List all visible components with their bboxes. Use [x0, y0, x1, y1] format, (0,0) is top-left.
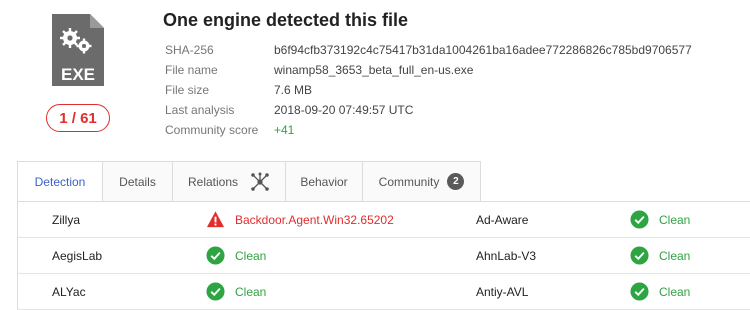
community-score-value: +41 — [274, 123, 295, 137]
table-row: ALYac Clean Antiy-AVL Clean — [17, 274, 750, 310]
check-circle-icon — [630, 282, 649, 301]
check-circle-icon — [206, 282, 225, 301]
detection-verdict: Clean — [206, 238, 266, 273]
verdict-text: Backdoor.Agent.Win32.65202 — [235, 212, 394, 227]
exe-file-icon: EXE — [52, 14, 104, 86]
detail-label: File size — [165, 83, 210, 97]
tab-label: Details — [119, 174, 156, 189]
table-row: Zillya Backdoor.Agent.Win32.65202 Ad-Awa… — [17, 202, 750, 238]
verdict-text: Clean — [235, 248, 267, 263]
sha256-value[interactable]: b6f94cfb373192c4c75417b31da1004261ba16ad… — [274, 43, 692, 57]
community-score-row: Community score +41 — [165, 120, 692, 140]
verdict-text: Clean — [235, 284, 267, 299]
tab-label: Behavior — [300, 174, 348, 189]
engine-name: Zillya — [52, 212, 81, 227]
comment-count-badge: 2 — [447, 173, 465, 190]
last-analysis-row: Last analysis 2018-09-20 07:49:57 UTC — [165, 100, 692, 120]
page-title: One engine detected this file — [163, 10, 409, 30]
check-circle-icon — [630, 210, 649, 229]
tab-detection[interactable]: Detection — [17, 161, 103, 201]
file-size-row: File size 7.6 MB — [165, 80, 692, 100]
last-analysis-value: 2018-09-20 07:49:57 UTC — [274, 103, 414, 117]
detection-verdict: Clean — [630, 274, 690, 309]
file-name-value: winamp58_3653_beta_full_en-us.exe — [274, 63, 474, 77]
engine-name: Ad-Aware — [476, 212, 529, 227]
detection-verdict: Clean — [206, 274, 266, 309]
tab-community[interactable]: Community 2 — [363, 161, 481, 201]
tab-behavior[interactable]: Behavior — [286, 161, 363, 201]
engine-name: AhnLab-V3 — [476, 248, 537, 263]
detection-verdict: Backdoor.Agent.Win32.65202 — [206, 202, 394, 237]
file-report: EXE 1 / 61 One engine detected this file… — [0, 0, 750, 310]
detection-ratio: 1 / 61 — [59, 109, 97, 127]
file-size-value: 7.6 MB — [274, 83, 313, 97]
detail-label: SHA-256 — [165, 43, 214, 57]
graph-network-icon — [251, 172, 269, 191]
tab-label: Relations — [187, 174, 239, 189]
detail-label: Last analysis — [165, 103, 235, 117]
detail-label: Community score — [165, 123, 259, 137]
file-name-row: File name winamp58_3653_beta_full_en-us.… — [165, 60, 692, 80]
tab-details[interactable]: Details — [103, 161, 173, 201]
verdict-text: Clean — [659, 248, 691, 263]
detection-verdict: Clean — [630, 202, 690, 237]
file-details: SHA-256 b6f94cfb373192c4c75417b31da10042… — [165, 40, 692, 140]
tab-relations[interactable]: Relations — [173, 161, 286, 201]
engine-name: Antiy-AVL — [476, 284, 529, 299]
verdict-text: Clean — [659, 284, 691, 299]
detail-label: File name — [165, 63, 218, 77]
check-circle-icon — [630, 246, 649, 265]
report-tabs: Detection Details Relations Behavior Com… — [17, 161, 481, 201]
file-type-label: EXE — [61, 65, 95, 84]
sha256-row: SHA-256 b6f94cfb373192c4c75417b31da10042… — [165, 40, 692, 60]
verdict-text: Clean — [659, 212, 691, 227]
detection-results: Zillya Backdoor.Agent.Win32.65202 Ad-Awa… — [17, 201, 750, 310]
engine-name: ALYac — [52, 284, 86, 299]
warning-triangle-icon — [206, 211, 225, 228]
tab-label: Detection — [34, 174, 86, 189]
detection-ratio-badge: 1 / 61 — [46, 104, 110, 132]
detection-verdict: Clean — [630, 238, 690, 273]
tab-label: Community — [378, 174, 440, 189]
check-circle-icon — [206, 246, 225, 265]
engine-name: AegisLab — [52, 248, 103, 263]
table-row: AegisLab Clean AhnLab-V3 Clean — [17, 238, 750, 274]
